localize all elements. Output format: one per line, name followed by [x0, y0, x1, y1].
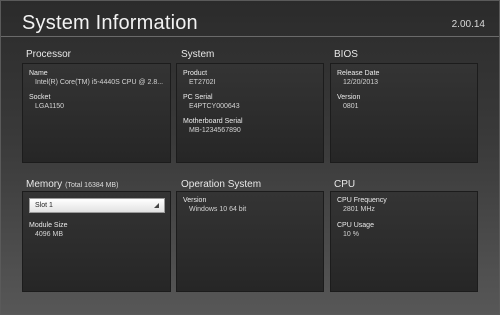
bios-panel: Release Date 12/20/2013 Version 0801 — [330, 63, 478, 163]
os-heading: Operation System — [181, 179, 262, 190]
memory-heading: Memory (Total 16384 MB) — [26, 179, 118, 190]
system-pc-serial-value: E4PTCY000643 — [189, 103, 240, 110]
bios-release-date: Release Date 12/20/2013 — [337, 69, 379, 87]
system-heading: System — [181, 49, 215, 60]
os-version-label: Version — [183, 197, 207, 204]
system-pc-serial-label: PC Serial — [183, 94, 213, 101]
cpu-frequency-value: 2801 MHz — [343, 206, 375, 213]
cpu-heading: CPU — [334, 179, 356, 190]
os-version: Version Windows 10 64 bit — [183, 196, 246, 214]
processor-name-value: Intel(R) Core(TM) i5-4440S CPU @ 2.8... — [35, 79, 164, 86]
system-product-label: Product — [183, 70, 208, 77]
os-version-value: Windows 10 64 bit — [189, 206, 247, 213]
bios-release-value: 12/20/2013 — [343, 79, 379, 86]
memory-total: (Total 16384 MB) — [65, 182, 119, 189]
system-product-value: ET2702I — [189, 79, 216, 86]
processor-name: Name Intel(R) Core(TM) i5-4440S CPU @ 2.… — [29, 69, 163, 87]
processor-socket-value: LGA1150 — [35, 103, 65, 110]
bios-release-label: Release Date — [337, 70, 380, 77]
system-pc-serial: PC Serial E4PTCY000643 — [183, 93, 240, 111]
cpu-usage-value: 10 % — [343, 231, 359, 238]
memory-heading-label: Memory — [26, 179, 63, 190]
cpu-frequency-label: CPU Frequency — [337, 197, 387, 204]
bios-version: Version 0801 — [337, 93, 360, 111]
system-information-window: System Information 2.00.14 Processor Sys… — [0, 0, 500, 315]
processor-heading: Processor — [26, 49, 72, 60]
processor-socket-label: Socket — [29, 94, 51, 101]
cpu-usage: CPU Usage 10 % — [337, 221, 374, 239]
cpu-panel: CPU Frequency 2801 MHz CPU Usage 10 % — [330, 191, 478, 292]
memory-module-value: 4096 MB — [35, 231, 64, 238]
system-panel: Product ET2702I PC Serial E4PTCY000643 M… — [176, 63, 324, 163]
bios-heading: BIOS — [334, 49, 358, 60]
system-mb-serial-label: Motherboard Serial — [183, 118, 243, 125]
memory-module-size: Module Size 4096 MB — [29, 221, 68, 239]
page-title: System Information — [22, 12, 198, 34]
processor-name-label: Name — [29, 70, 48, 77]
system-mb-serial-value: MB-1234567890 — [189, 127, 241, 134]
app-version: 2.00.14 — [451, 19, 485, 30]
memory-slot-selected: Slot 1 — [35, 202, 53, 209]
memory-module-label: Module Size — [29, 222, 68, 229]
chevron-down-icon — [154, 203, 159, 208]
cpu-frequency: CPU Frequency 2801 MHz — [337, 196, 387, 214]
cpu-usage-label: CPU Usage — [337, 222, 374, 229]
system-product: Product ET2702I — [183, 69, 215, 87]
system-mb-serial: Motherboard Serial MB-1234567890 — [183, 117, 243, 135]
processor-socket: Socket LGA1150 — [29, 93, 64, 111]
title-divider — [1, 36, 499, 37]
processor-panel: Name Intel(R) Core(TM) i5-4440S CPU @ 2.… — [22, 63, 171, 163]
memory-slot-select[interactable]: Slot 1 — [29, 198, 165, 213]
os-panel: Version Windows 10 64 bit — [176, 191, 324, 292]
memory-panel: Slot 1 Module Size 4096 MB — [22, 191, 171, 292]
bios-version-label: Version — [337, 94, 361, 101]
bios-version-value: 0801 — [343, 103, 359, 110]
